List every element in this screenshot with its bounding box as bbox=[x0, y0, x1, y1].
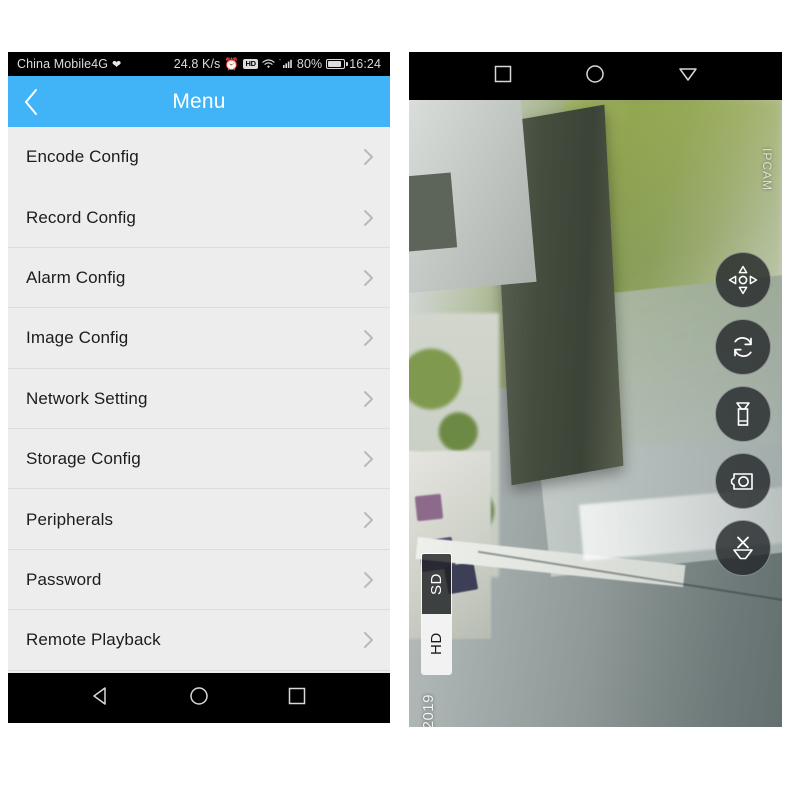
chevron-right-icon bbox=[363, 329, 374, 347]
alarm-clock-icon: ⏰ bbox=[224, 57, 240, 71]
wifi-icon bbox=[262, 58, 275, 71]
menu-item-label: Password bbox=[26, 569, 102, 589]
speaker-mute-icon bbox=[728, 533, 758, 563]
chevron-right-icon bbox=[363, 631, 374, 649]
chevron-left-icon bbox=[23, 88, 39, 116]
chevron-right-icon bbox=[363, 571, 374, 589]
square-recents-icon bbox=[493, 64, 513, 89]
left-phone-screen: China Mobile4G ❤ 24.8 K/s ⏰ HD “ 80% 16:… bbox=[8, 52, 390, 723]
quality-option-sd[interactable]: SD bbox=[422, 554, 451, 614]
menu-item-record-config[interactable]: Record Config bbox=[8, 187, 390, 249]
settings-menu-list: Encode Config Record Config Alarm Config… bbox=[8, 127, 390, 671]
nav-back-button[interactable] bbox=[78, 686, 124, 711]
chevron-right-icon bbox=[363, 148, 374, 166]
chevron-right-icon bbox=[363, 209, 374, 227]
menu-item-password[interactable]: Password bbox=[8, 549, 390, 611]
circle-home-icon bbox=[585, 64, 605, 89]
circle-home-icon bbox=[189, 686, 209, 711]
hd-badge-icon: HD bbox=[243, 59, 258, 69]
nav-home-button[interactable] bbox=[572, 64, 618, 89]
mute-button[interactable] bbox=[715, 520, 771, 576]
chevron-right-icon bbox=[363, 450, 374, 468]
nav-home-button[interactable] bbox=[176, 686, 222, 711]
camera-icon bbox=[728, 466, 758, 496]
menu-item-label: Encode Config bbox=[26, 147, 139, 167]
stream-quality-toggle: SD HD bbox=[421, 553, 452, 675]
menu-item-storage-config[interactable]: Storage Config bbox=[8, 428, 390, 490]
app-bar: Menu bbox=[8, 76, 390, 127]
camera-name-overlay: IPCAM bbox=[760, 148, 774, 192]
menu-item-label: Network Setting bbox=[26, 388, 148, 408]
triangle-back-icon bbox=[91, 686, 111, 711]
screenshot-stage: China Mobile4G ❤ 24.8 K/s ⏰ HD “ 80% 16:… bbox=[0, 0, 800, 800]
status-bar: China Mobile4G ❤ 24.8 K/s ⏰ HD “ 80% 16:… bbox=[8, 52, 390, 76]
chevron-right-icon bbox=[363, 390, 374, 408]
video-timestamp: 2019 bbox=[420, 693, 437, 727]
back-button[interactable] bbox=[8, 76, 54, 127]
nav-recents-button[interactable] bbox=[480, 64, 526, 89]
menu-item-image-config[interactable]: Image Config bbox=[8, 308, 390, 369]
menu-item-label: Remote Playback bbox=[26, 630, 161, 650]
menu-item-remote-playback[interactable]: Remote Playback bbox=[8, 610, 390, 671]
network-speed-label: 24.8 K/s bbox=[173, 57, 221, 71]
heart-icon: ❤ bbox=[112, 59, 122, 71]
battery-icon bbox=[326, 59, 348, 69]
menu-item-alarm-config[interactable]: Alarm Config bbox=[8, 247, 390, 309]
ptz-dpad-button[interactable] bbox=[715, 252, 771, 308]
snapshot-button[interactable] bbox=[715, 453, 771, 509]
nav-back-button[interactable] bbox=[665, 64, 711, 89]
menu-item-label: Alarm Config bbox=[26, 267, 126, 287]
menu-item-label: Storage Config bbox=[26, 449, 141, 469]
triangle-back-icon bbox=[678, 64, 698, 89]
clock-label: 16:24 bbox=[349, 57, 381, 71]
battery-percent-label: 80% bbox=[296, 57, 323, 71]
menu-item-peripherals[interactable]: Peripherals bbox=[8, 489, 390, 551]
nav-recents-button[interactable] bbox=[274, 686, 320, 711]
refresh-icon bbox=[728, 332, 758, 362]
menu-item-label: Image Config bbox=[26, 328, 129, 348]
live-video-view[interactable]: IPCAM SD HD 2019 bbox=[409, 100, 782, 727]
android-navigation-bar-rotated bbox=[409, 52, 782, 100]
refresh-button[interactable] bbox=[715, 319, 771, 375]
menu-item-network-setting[interactable]: Network Setting bbox=[8, 368, 390, 430]
square-recents-icon bbox=[287, 686, 307, 711]
svg-text:“: “ bbox=[279, 59, 281, 65]
menu-item-label: Record Config bbox=[26, 207, 136, 227]
microphone-button[interactable] bbox=[715, 386, 771, 442]
right-phone-screen: IPCAM SD HD 2019 bbox=[409, 52, 782, 727]
menu-item-label: Peripherals bbox=[26, 509, 114, 529]
page-title: Menu bbox=[172, 89, 226, 113]
dpad-icon bbox=[726, 263, 760, 297]
carrier-label: China Mobile4G bbox=[17, 57, 109, 71]
status-bar-right: 24.8 K/s ⏰ HD “ 80% 16:24 bbox=[174, 57, 381, 71]
chevron-right-icon bbox=[363, 269, 374, 287]
video-control-panel bbox=[715, 252, 771, 576]
menu-item-encode-config[interactable]: Encode Config bbox=[8, 127, 390, 188]
quality-option-hd[interactable]: HD bbox=[422, 614, 451, 674]
signal-bars-icon: “ bbox=[279, 58, 293, 71]
android-navigation-bar bbox=[8, 673, 390, 723]
status-bar-left: China Mobile4G ❤ bbox=[17, 57, 121, 71]
chevron-right-icon bbox=[363, 511, 374, 529]
microphone-icon bbox=[729, 399, 757, 429]
